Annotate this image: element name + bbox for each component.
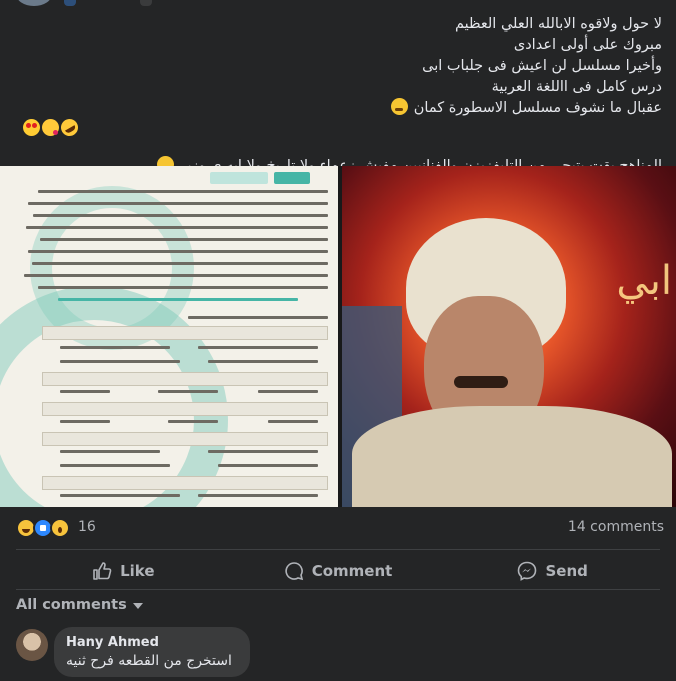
divider <box>16 549 660 550</box>
comment-text: استخرج من القطعه فرح ثنيه <box>66 653 232 669</box>
comment-bubble-icon <box>285 562 303 581</box>
wow-reaction-icon <box>50 518 70 538</box>
divider <box>16 589 660 590</box>
header-badge <box>64 0 76 6</box>
comments-filter-label: All comments <box>16 597 127 613</box>
comment-button[interactable]: Comment <box>231 556 446 586</box>
kissing-face-emoji-icon <box>42 119 59 136</box>
post-header-cropped <box>0 0 676 10</box>
post-media[interactable]: ابي <box>0 166 676 507</box>
reaction-count[interactable]: 16 <box>78 519 96 535</box>
watermark <box>0 286 228 507</box>
post-line: عقبال ما نشوف مسلسل الاسطورة كمان <box>413 100 662 116</box>
actor-photo-image[interactable]: ابي <box>342 166 676 507</box>
author-avatar[interactable] <box>16 0 52 6</box>
comments-count[interactable]: 14 comments <box>568 519 664 535</box>
post-body: لا حول ولاقوه الابالله العلي العظيم مبرو… <box>22 14 662 177</box>
poster-title-graphic: ابي <box>616 258 672 304</box>
messenger-icon <box>518 561 537 581</box>
thumbs-up-icon <box>93 562 112 580</box>
send-label: Send <box>545 562 588 580</box>
thinking-face-emoji-icon <box>391 98 409 115</box>
emoji-row <box>22 115 662 140</box>
caret-down-icon <box>132 603 143 609</box>
post-line: وأخيرا مسلسل لن اعيش فى جلباب ابى <box>422 58 662 74</box>
post-line: مبروك على أولى اعدادى <box>513 37 662 53</box>
comment-bubble: Hany Ahmed استخرج من القطعه فرح ثنيه <box>54 627 250 677</box>
post-line: لا حول ولاقوه الابالله العلي العظيم <box>454 16 662 32</box>
post-line: درس كامل فى االلغة العربية <box>491 79 662 95</box>
post-line-with-emoji: عقبال ما نشوف مسلسل الاسطورة كمان <box>22 98 662 119</box>
like-button[interactable]: Like <box>16 556 231 586</box>
comment-label: Comment <box>311 562 393 580</box>
action-bar: Like Comment Send <box>16 556 660 586</box>
scarf <box>352 406 672 507</box>
header-badge <box>140 0 152 6</box>
comments-filter-dropdown[interactable]: All comments <box>16 597 143 613</box>
textbook-page-image[interactable] <box>0 166 338 507</box>
commenter-avatar[interactable] <box>16 629 48 661</box>
like-label: Like <box>120 562 155 580</box>
send-button[interactable]: Send <box>445 556 660 586</box>
heart-eyes-emoji-icon <box>23 119 40 136</box>
commenter-name[interactable]: Hany Ahmed <box>66 635 159 650</box>
rofl-emoji-icon <box>57 115 82 140</box>
